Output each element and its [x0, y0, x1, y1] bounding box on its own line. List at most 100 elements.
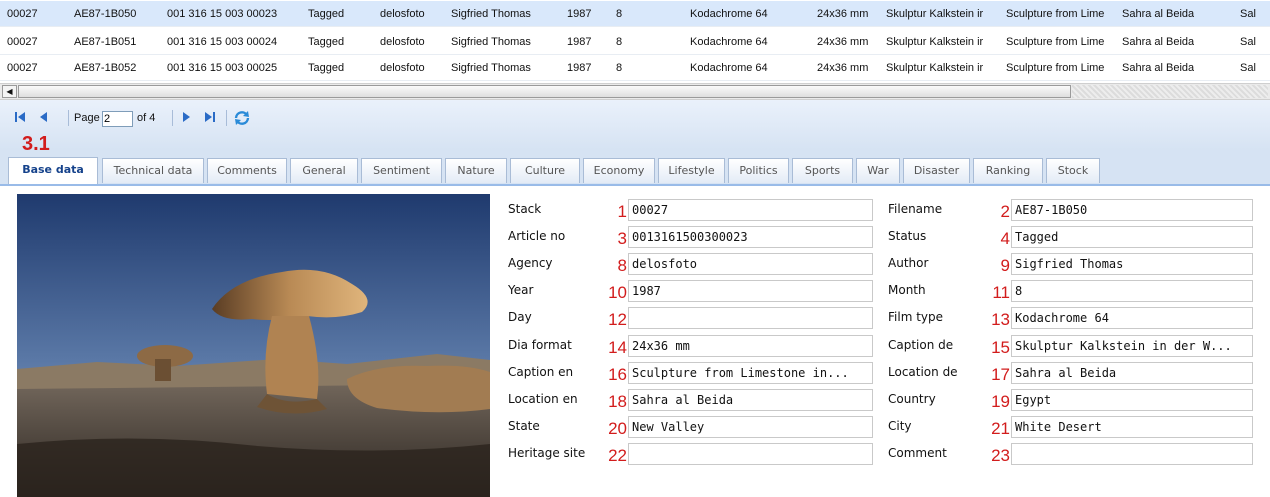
table-cell-film: Kodachrome 64 — [690, 36, 768, 48]
tab-disaster[interactable]: Disaster — [903, 158, 970, 183]
table-cell-caption-en: Sculpture from Lime — [1006, 8, 1105, 20]
annotation-number: 17 — [991, 365, 1010, 384]
annotation-number: 10 — [608, 283, 627, 302]
table-cell-dia: 24x36 mm — [817, 36, 869, 48]
location-en-label: Location en — [508, 392, 578, 406]
grid-horizontal-scrollbar[interactable]: ◀ — [0, 83, 1270, 100]
comment-field[interactable] — [1011, 443, 1253, 465]
table-cell-extra: Sal — [1240, 8, 1256, 20]
annotation-number: 21 — [991, 419, 1010, 438]
day-field[interactable] — [628, 307, 873, 329]
annotation-number: 2 — [1000, 202, 1010, 221]
annotation-number: 8 — [617, 256, 627, 275]
dia-format-label: Dia format — [508, 338, 572, 352]
city-field[interactable]: White Desert — [1011, 416, 1253, 438]
caption-en-label: Caption en — [508, 365, 574, 379]
tab-technical-data[interactable]: Technical data — [102, 158, 204, 183]
table-row[interactable]: 00027 AE87-1B050 001 316 15 003 00023 Tagge… — [0, 1, 1270, 27]
tab-bar: Base data Technical data Comments General Se… — [0, 150, 1270, 184]
scrollbar-track[interactable] — [1072, 85, 1268, 98]
scrollbar-thumb[interactable] — [18, 85, 1071, 98]
tab-culture[interactable]: Culture — [510, 158, 580, 183]
table-cell-dia: 24x36 mm — [817, 8, 869, 20]
annotation-number: 18 — [608, 392, 627, 411]
tab-comments[interactable]: Comments — [207, 158, 287, 183]
status-field[interactable]: Tagged — [1011, 226, 1253, 248]
preview-image — [17, 194, 490, 497]
paging-toolbar: Page of 4 3.1 — [0, 100, 1270, 155]
agency-label: Agency — [508, 256, 553, 270]
table-cell-status: Tagged — [308, 62, 345, 74]
author-label: Author — [888, 256, 929, 270]
table-row[interactable]: 00027 AE87-1B052 001 316 15 003 00025 Tagge… — [0, 55, 1270, 81]
table-row[interactable]: 00027 AE87-1B051 001 316 15 003 00024 Tagge… — [0, 29, 1270, 55]
table-cell-stack: 00027 — [7, 36, 38, 48]
tab-sports[interactable]: Sports — [792, 158, 853, 183]
first-page-icon[interactable] — [13, 110, 27, 128]
article-no-field[interactable]: 0013161500300023 — [628, 226, 873, 248]
prev-page-icon[interactable] — [38, 110, 50, 128]
month-field[interactable]: 8 — [1011, 280, 1253, 302]
table-cell-location: Sahra al Beida — [1122, 62, 1195, 74]
tab-base-data[interactable]: Base data — [8, 157, 98, 184]
tab-lifestyle[interactable]: Lifestyle — [658, 158, 725, 183]
dia-format-field[interactable]: 24x36 mm — [628, 335, 873, 357]
annotation-number: 23 — [991, 446, 1010, 465]
table-cell-month: 8 — [616, 36, 623, 48]
table-cell-year: 1987 — [567, 8, 592, 20]
table-cell-caption-de: Skulptur Kalkstein ir — [886, 8, 984, 20]
table-cell-month: 8 — [616, 62, 623, 74]
table-cell-article: 001 316 15 003 00023 — [167, 8, 278, 20]
tab-general[interactable]: General — [290, 158, 358, 183]
stack-label: Stack — [508, 202, 542, 216]
heritage-site-label: Heritage site — [508, 446, 586, 460]
caption-de-field[interactable]: Skulptur Kalkstein in der W... — [1011, 335, 1253, 357]
table-cell-agency: delosfoto — [380, 62, 425, 74]
year-field[interactable]: 1987 — [628, 280, 873, 302]
location-de-field[interactable]: Sahra al Beida — [1011, 362, 1253, 384]
scroll-left-icon[interactable]: ◀ — [2, 85, 17, 98]
annotation-number: 4 — [1000, 229, 1010, 248]
location-en-field[interactable]: Sahra al Beida — [628, 389, 873, 411]
tab-war[interactable]: War — [856, 158, 900, 183]
table-cell-status: Tagged — [308, 8, 345, 20]
table-cell-year: 1987 — [567, 62, 592, 74]
stack-field[interactable]: 00027 — [628, 199, 873, 221]
table-cell-article: 001 316 15 003 00025 — [167, 62, 278, 74]
location-de-label: Location de — [888, 365, 958, 379]
table-cell-caption-en: Sculpture from Lime — [1006, 62, 1105, 74]
table-cell-article: 001 316 15 003 00024 — [167, 36, 278, 48]
tab-stock[interactable]: Stock — [1046, 158, 1100, 183]
refresh-icon[interactable] — [233, 110, 251, 130]
agency-field[interactable]: delosfoto — [628, 253, 873, 275]
film-type-field[interactable]: Kodachrome 64 — [1011, 307, 1253, 329]
filename-label: Filename — [888, 202, 943, 216]
tab-politics[interactable]: Politics — [728, 158, 789, 183]
filename-field[interactable]: AE87-1B050 — [1011, 199, 1253, 221]
table-cell-author: Sigfried Thomas — [451, 62, 531, 74]
table-cell-extra: Sal — [1240, 62, 1256, 74]
annotation-number: 22 — [608, 446, 627, 465]
country-field[interactable]: Egypt — [1011, 389, 1253, 411]
page-number-input[interactable] — [102, 111, 133, 127]
table-cell-caption-en: Sculpture from Lime — [1006, 36, 1105, 48]
table-cell-year: 1987 — [567, 36, 592, 48]
year-label: Year — [508, 283, 534, 297]
tab-ranking[interactable]: Ranking — [973, 158, 1043, 183]
status-label: Status — [888, 229, 927, 243]
state-label: State — [508, 419, 540, 433]
tab-nature[interactable]: Nature — [445, 158, 507, 183]
table-cell-film: Kodachrome 64 — [690, 8, 768, 20]
annotation-number: 3 — [617, 229, 627, 248]
tab-sentiment[interactable]: Sentiment — [361, 158, 442, 183]
last-page-icon[interactable] — [203, 110, 217, 128]
author-field[interactable]: Sigfried Thomas — [1011, 253, 1253, 275]
table-cell-film: Kodachrome 64 — [690, 62, 768, 74]
caption-en-field[interactable]: Sculpture from Limestone in... — [628, 362, 873, 384]
tab-economy[interactable]: Economy — [583, 158, 655, 183]
next-page-icon[interactable] — [180, 110, 192, 128]
heritage-site-field[interactable] — [628, 443, 873, 465]
table-cell-agency: delosfoto — [380, 8, 425, 20]
table-cell-caption-de: Skulptur Kalkstein ir — [886, 62, 984, 74]
state-field[interactable]: New Valley — [628, 416, 873, 438]
